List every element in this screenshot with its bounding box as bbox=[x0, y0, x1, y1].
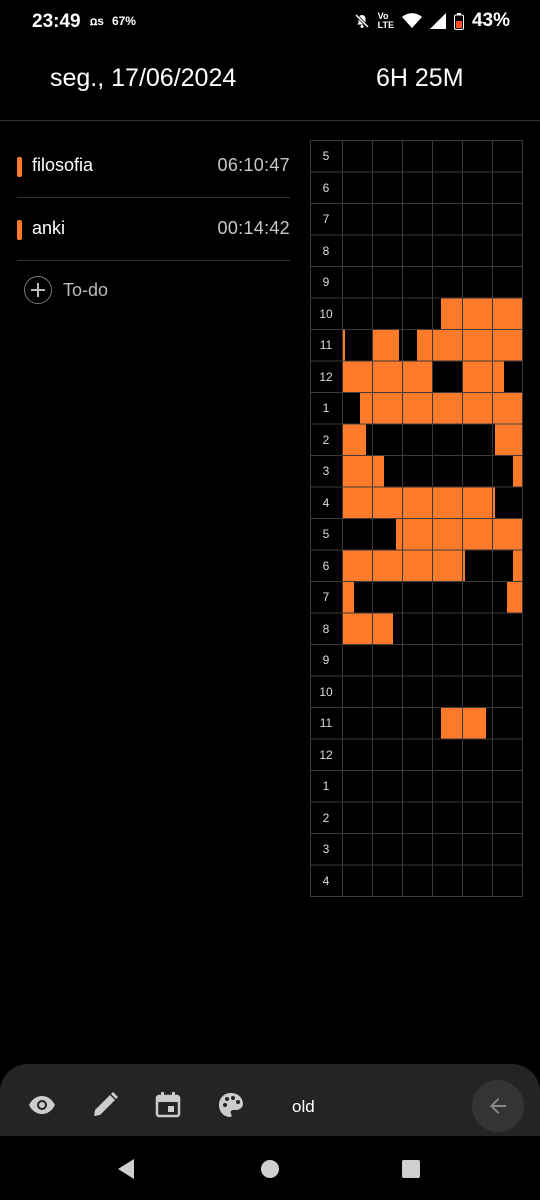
nav-home-icon[interactable] bbox=[261, 1160, 279, 1178]
task-list: filosofia 06:10:47 anki 00:14:42 To-do bbox=[0, 135, 300, 319]
signal-icon bbox=[429, 13, 446, 29]
hour-label: 2 bbox=[322, 810, 330, 825]
system-nav-bar bbox=[0, 1136, 540, 1200]
hour-label: 4 bbox=[322, 873, 330, 888]
data-usage-label: 67% bbox=[111, 13, 136, 28]
arrow-left-icon bbox=[490, 1098, 506, 1114]
task-row[interactable]: filosofia 06:10:47 bbox=[17, 135, 290, 198]
hour-label: 7 bbox=[322, 212, 330, 226]
total-time-label: 6H 25M bbox=[376, 64, 464, 92]
task-color-marker bbox=[17, 220, 22, 240]
hour-label: 9 bbox=[322, 653, 330, 667]
status-time: 23:49 bbox=[32, 11, 81, 32]
task-name: anki bbox=[32, 218, 66, 238]
nav-back-icon[interactable] bbox=[116, 1158, 136, 1180]
hour-label: 10 bbox=[319, 306, 333, 321]
task-time: 06:10:47 bbox=[217, 155, 290, 175]
status-left-icons: ꭥs 67% bbox=[90, 12, 136, 29]
hour-label: 8 bbox=[322, 621, 330, 636]
time-grid[interactable]: 5 6 7 8 9 10 11 12 1 2 3 4 5 6 7 8 9 10 11 12 1 2 3 4 bbox=[310, 140, 523, 897]
hour-label: 4 bbox=[322, 495, 330, 510]
date-label[interactable]: seg., 17/06/2024 bbox=[50, 64, 236, 93]
header-divider bbox=[0, 120, 540, 121]
hour-label: 11 bbox=[319, 716, 333, 730]
day-header: seg., 17/06/2024 6H 25M bbox=[0, 52, 540, 112]
hour-label: 2 bbox=[322, 432, 330, 447]
battery-icon bbox=[453, 12, 464, 30]
pencil-icon[interactable] bbox=[90, 1090, 120, 1120]
hour-label: 6 bbox=[322, 180, 330, 195]
hour-label: 5 bbox=[322, 149, 330, 163]
hour-label: 10 bbox=[319, 684, 333, 699]
hour-label: 7 bbox=[322, 590, 330, 604]
task-color-marker bbox=[17, 157, 22, 177]
plus-icon bbox=[24, 276, 52, 304]
status-bar: 23:49 ꭥs 67% Vo LTE 43% bbox=[0, 0, 540, 44]
todo-label: To-do bbox=[63, 279, 109, 300]
hour-label: 12 bbox=[319, 747, 333, 762]
notification-badge: ꭥs bbox=[90, 14, 104, 28]
bell-off-icon bbox=[354, 13, 369, 29]
hour-label: 6 bbox=[322, 558, 330, 573]
eye-icon[interactable] bbox=[27, 1090, 57, 1120]
hour-label: 3 bbox=[322, 464, 330, 478]
status-right-icons: Vo LTE 43% bbox=[354, 10, 510, 32]
hour-label: 9 bbox=[322, 275, 330, 289]
hour-label: 5 bbox=[322, 527, 330, 541]
mode-label[interactable]: old bbox=[292, 1097, 315, 1117]
nav-recents-icon[interactable] bbox=[402, 1160, 420, 1178]
hour-label: 1 bbox=[322, 779, 330, 793]
back-fab-button[interactable] bbox=[472, 1080, 524, 1132]
task-name: filosofia bbox=[32, 155, 94, 175]
hour-label: 11 bbox=[319, 338, 333, 352]
add-todo-button[interactable]: To-do bbox=[24, 261, 300, 319]
hour-label: 3 bbox=[322, 842, 330, 856]
wifi-icon bbox=[401, 13, 422, 28]
calendar-icon[interactable] bbox=[153, 1090, 183, 1120]
task-time: 00:14:42 bbox=[217, 218, 290, 238]
bottom-toolbar: old bbox=[0, 1064, 540, 1144]
battery-percent: 43% bbox=[471, 10, 510, 31]
hour-label: 12 bbox=[319, 369, 333, 384]
hour-label: 8 bbox=[322, 243, 330, 258]
volte-label: Vo LTE bbox=[377, 11, 394, 30]
task-row[interactable]: anki 00:14:42 bbox=[17, 198, 290, 261]
hour-label: 1 bbox=[322, 401, 330, 415]
palette-icon[interactable] bbox=[216, 1090, 246, 1120]
